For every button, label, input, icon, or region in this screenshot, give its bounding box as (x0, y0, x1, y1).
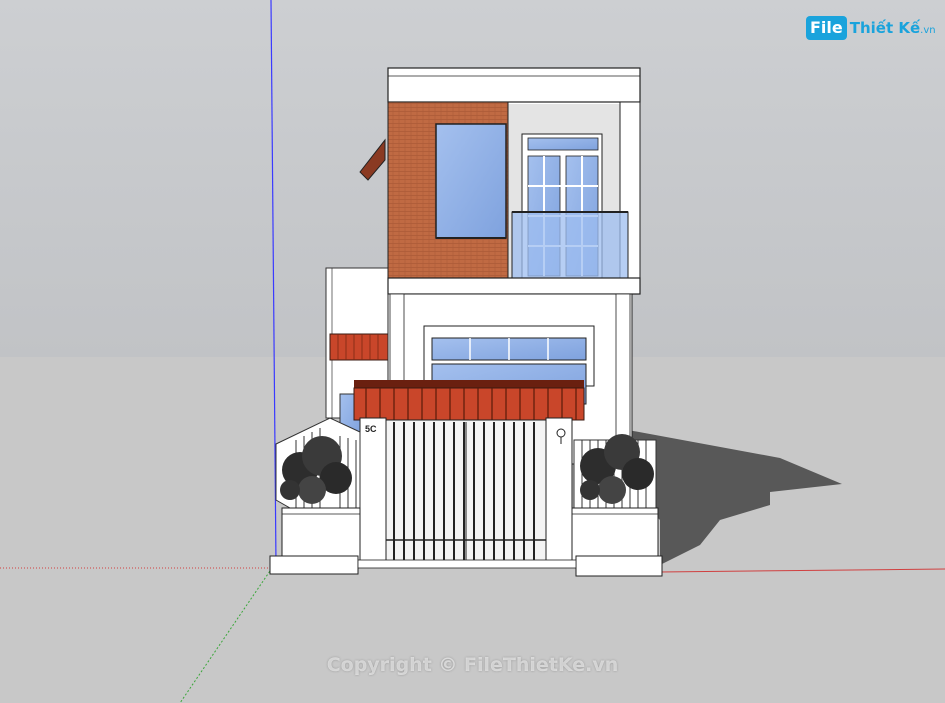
wall-lamp (556, 428, 566, 438)
gate-pillar-right (545, 417, 573, 565)
side-roof (329, 333, 389, 361)
sketchup-viewport[interactable] (0, 0, 945, 703)
logo-name: Thiết Kế (849, 19, 921, 37)
copyright-watermark: Copyright © FileThietKe.vn (326, 654, 619, 676)
base-right (575, 555, 663, 577)
planter-right (571, 507, 659, 563)
roof-parapet (387, 67, 641, 103)
balcony-glass-railing (511, 211, 629, 279)
base-center (357, 559, 577, 569)
floor-slab (387, 277, 641, 295)
planter-left (281, 507, 361, 563)
logo-text: Thiết Kế.vn (850, 19, 936, 37)
house-number-label: 5C (365, 424, 377, 434)
brick-window (435, 123, 507, 239)
logo-tld: .vn (920, 25, 936, 36)
brand-logo: File Thiết Kế.vn (806, 14, 936, 42)
gate-pillar-left (359, 417, 387, 565)
logo-box: File (806, 16, 847, 40)
gate-canopy (353, 380, 585, 421)
base-left (269, 555, 359, 575)
